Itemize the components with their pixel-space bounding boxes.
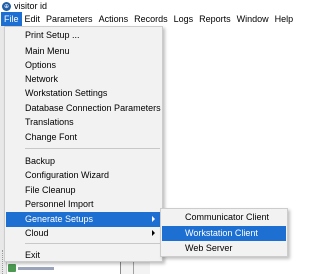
menu-item-main-menu[interactable]: Main Menu xyxy=(6,44,161,59)
submenu-item-communicator-client[interactable]: Communicator Client xyxy=(162,210,286,225)
menu-item-change-font[interactable]: Change Font xyxy=(6,130,161,145)
menu-logs[interactable]: Logs xyxy=(171,12,197,26)
menu-item-cloud[interactable]: Cloud xyxy=(6,226,161,241)
submenu-arrow-icon xyxy=(152,230,155,236)
app-logo-icon: ⊕ xyxy=(2,1,11,11)
menu-separator xyxy=(25,148,160,149)
menu-bar: File Edit Parameters Actions Records Log… xyxy=(0,12,300,26)
menu-actions[interactable]: Actions xyxy=(96,12,132,26)
window-title: visitor id xyxy=(14,1,48,11)
menu-item-database-connection[interactable]: Database Connection Parameters xyxy=(6,101,161,116)
menu-item-translations[interactable]: Translations xyxy=(6,115,161,130)
menu-help[interactable]: Help xyxy=(272,12,297,26)
menu-records[interactable]: Records xyxy=(131,12,171,26)
menu-item-generate-setups[interactable]: Generate Setups xyxy=(6,212,161,227)
submenu-item-workstation-client[interactable]: Workstation Client xyxy=(162,226,286,241)
menu-item-label: Generate Setups xyxy=(25,214,94,224)
menu-item-configuration-wizard[interactable]: Configuration Wizard xyxy=(6,168,161,183)
menu-item-workstation-settings[interactable]: Workstation Settings xyxy=(6,86,161,101)
tree-node-label-blurred xyxy=(18,267,54,270)
menu-item-options[interactable]: Options xyxy=(6,58,161,73)
menu-file[interactable]: File xyxy=(1,12,22,26)
menu-item-file-cleanup[interactable]: File Cleanup xyxy=(6,183,161,198)
submenu-arrow-icon xyxy=(152,216,155,222)
tree-node[interactable] xyxy=(0,262,60,274)
generate-setups-submenu: Communicator Client Workstation Client W… xyxy=(160,208,288,257)
menu-item-network[interactable]: Network xyxy=(6,72,161,87)
menu-edit[interactable]: Edit xyxy=(22,12,44,26)
submenu-item-web-server[interactable]: Web Server xyxy=(162,241,286,256)
menu-item-print-setup[interactable]: Print Setup ... xyxy=(6,28,161,43)
menu-item-exit[interactable]: Exit xyxy=(6,248,161,263)
title-bar: ⊕ visitor id xyxy=(0,0,300,12)
menu-parameters[interactable]: Parameters xyxy=(43,12,96,26)
menu-item-label: Cloud xyxy=(25,228,49,238)
menu-reports[interactable]: Reports xyxy=(196,12,234,26)
file-menu: Print Setup ... Main Menu Options Networ… xyxy=(4,26,163,262)
tree-node-icon xyxy=(8,264,16,272)
menu-item-personnel-import[interactable]: Personnel Import xyxy=(6,197,161,212)
menu-item-backup[interactable]: Backup xyxy=(6,154,161,169)
menu-window[interactable]: Window xyxy=(234,12,272,26)
menu-separator xyxy=(25,243,160,244)
